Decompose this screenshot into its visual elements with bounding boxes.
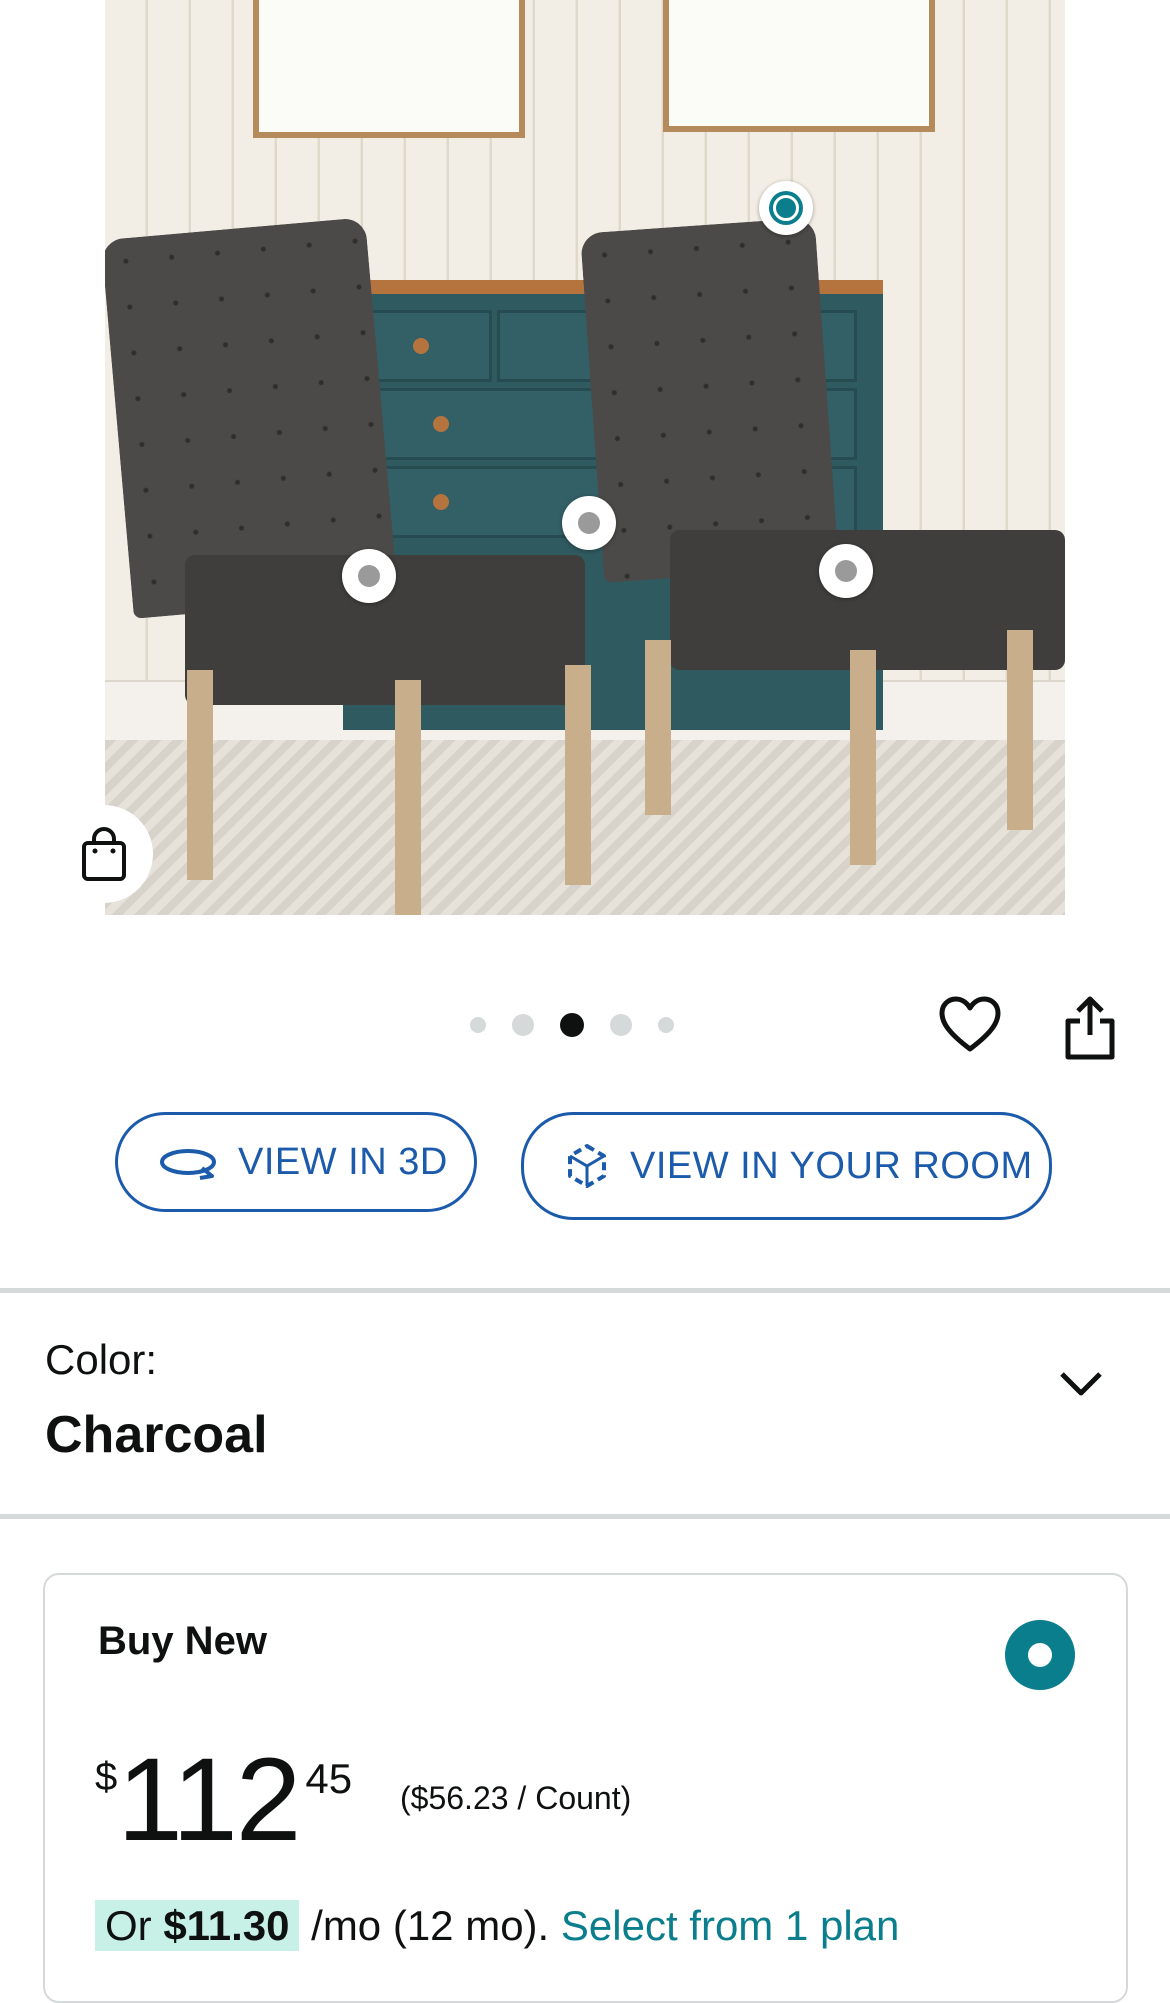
unit-price: ($56.23 / Count) xyxy=(400,1780,632,1816)
carousel-dot-active[interactable] xyxy=(560,1013,584,1037)
chair-right-seat xyxy=(670,530,1065,670)
view-in-your-room-label: VIEW IN YOUR ROOM xyxy=(630,1144,1033,1187)
chevron-down-icon[interactable] xyxy=(1058,1368,1104,1400)
view-in-your-room-button[interactable]: VIEW IN YOUR ROOM xyxy=(521,1112,1052,1220)
color-label: Color: xyxy=(45,1336,158,1383)
share-icon[interactable] xyxy=(1062,995,1118,1061)
photo-frame-left xyxy=(253,0,525,138)
buy-new-radio[interactable] xyxy=(1005,1620,1075,1690)
price: $ 112 45 xyxy=(95,1734,353,1866)
image-hotspot[interactable] xyxy=(342,549,396,603)
image-hotspot[interactable] xyxy=(562,496,616,550)
price-currency: $ xyxy=(95,1755,118,1799)
divider xyxy=(0,1514,1170,1519)
plan-prefix: Or xyxy=(105,1902,164,1949)
payment-plan: Or $11.30 /mo (12 mo). Select from 1 pla… xyxy=(95,1900,900,1951)
carousel-dot[interactable] xyxy=(512,1014,534,1036)
shop-bag-button[interactable] xyxy=(55,805,153,903)
view-in-3d-button[interactable]: VIEW IN 3D xyxy=(115,1112,477,1212)
color-value: Charcoal xyxy=(45,1406,268,1464)
chair-right-back xyxy=(580,217,839,583)
ar-cube-icon xyxy=(568,1144,606,1188)
divider xyxy=(0,1288,1170,1293)
select-plan-link[interactable]: Select from 1 plan xyxy=(561,1902,900,1949)
view-in-3d-label: VIEW IN 3D xyxy=(238,1140,448,1183)
heart-icon[interactable] xyxy=(938,995,1002,1055)
buy-new-title: Buy New xyxy=(98,1619,267,1663)
product-image[interactable] xyxy=(105,0,1065,915)
price-whole: 112 xyxy=(117,1734,301,1866)
image-hotspot[interactable] xyxy=(759,181,813,235)
plan-suffix: /mo (12 mo). xyxy=(299,1902,561,1949)
carousel-dot[interactable] xyxy=(610,1014,632,1036)
shopping-bag-icon xyxy=(82,827,126,881)
price-fraction: 45 xyxy=(305,1755,353,1802)
image-hotspot[interactable] xyxy=(819,544,873,598)
plan-highlight: Or $11.30 xyxy=(95,1900,300,1951)
carousel-dot[interactable] xyxy=(470,1017,486,1033)
carousel-dots[interactable] xyxy=(470,1013,674,1037)
photo-frame-right xyxy=(663,0,935,132)
plan-amount: $11.30 xyxy=(163,1902,290,1949)
carousel-dot[interactable] xyxy=(658,1017,674,1033)
buy-new-option[interactable]: Buy New $ 112 45 ($56.23 / Count) Or $11… xyxy=(43,1573,1128,2003)
rotate-3d-icon xyxy=(160,1149,216,1180)
